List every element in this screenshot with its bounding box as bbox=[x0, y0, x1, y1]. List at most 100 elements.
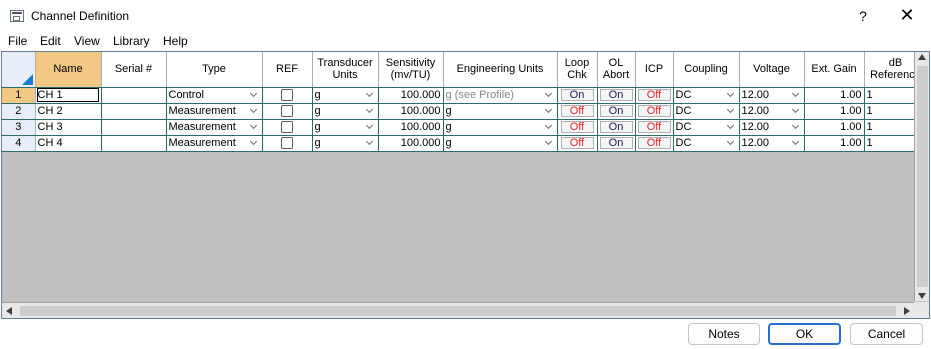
cell-type[interactable]: Measurement bbox=[166, 119, 263, 136]
cancel-button[interactable]: Cancel bbox=[850, 323, 923, 345]
col-header-ref[interactable]: REF bbox=[262, 52, 313, 88]
col-header-ol-abort[interactable]: OL Abort bbox=[597, 52, 636, 88]
row-number[interactable]: 2 bbox=[2, 103, 36, 120]
ref-checkbox[interactable] bbox=[281, 121, 293, 134]
chevron-down-icon[interactable] bbox=[249, 107, 259, 117]
cell-ref[interactable] bbox=[262, 135, 313, 152]
scroll-up-icon[interactable] bbox=[918, 54, 926, 60]
cell-ol-abort[interactable]: On bbox=[597, 119, 636, 136]
cell-ol-abort-toggle[interactable]: On bbox=[599, 89, 633, 102]
cell-name[interactable]: CH 3 bbox=[35, 119, 102, 136]
cell-icp[interactable]: Off bbox=[635, 119, 674, 136]
col-header-loop-chk[interactable]: Loop Chk bbox=[557, 52, 598, 88]
cell-icp[interactable]: Off bbox=[635, 87, 674, 104]
cell-transducer-units[interactable]: g bbox=[312, 119, 379, 136]
cell-ext-gain[interactable]: 1.00 bbox=[804, 87, 865, 104]
vertical-scroll-thumb[interactable] bbox=[917, 66, 928, 287]
scroll-left-icon[interactable] bbox=[6, 307, 12, 315]
row-number[interactable]: 4 bbox=[2, 135, 36, 152]
col-header-ext-gain[interactable]: Ext. Gain bbox=[804, 52, 865, 88]
chevron-down-icon[interactable] bbox=[726, 107, 736, 117]
col-header-name[interactable]: Name bbox=[35, 52, 102, 88]
cell-coupling[interactable]: DC bbox=[673, 135, 740, 152]
cell-serial[interactable] bbox=[101, 103, 167, 120]
cell-loop-chk-toggle[interactable]: Off bbox=[560, 105, 594, 118]
cell-transducer-units[interactable]: g bbox=[312, 87, 379, 104]
col-header-transducer-units[interactable]: Transducer Units bbox=[312, 52, 379, 88]
chevron-down-icon[interactable] bbox=[249, 139, 259, 149]
cell-serial[interactable] bbox=[101, 135, 167, 152]
menu-library[interactable]: Library bbox=[113, 34, 150, 48]
table-row[interactable]: 2 CH 2 Measurement g 100.000 g Off On Off DC 12.00… bbox=[2, 103, 928, 120]
chevron-down-icon[interactable] bbox=[544, 123, 554, 133]
chevron-down-icon[interactable] bbox=[544, 139, 554, 149]
cell-icp-toggle[interactable]: Off bbox=[637, 137, 671, 150]
horizontal-scroll-thumb[interactable] bbox=[20, 306, 896, 316]
cell-loop-chk[interactable]: Off bbox=[557, 119, 598, 136]
cell-ol-abort[interactable]: On bbox=[597, 103, 636, 120]
chevron-down-icon[interactable] bbox=[249, 123, 259, 133]
chevron-down-icon[interactable] bbox=[791, 123, 801, 133]
chevron-down-icon[interactable] bbox=[726, 123, 736, 133]
cell-ol-abort[interactable]: On bbox=[597, 135, 636, 152]
cell-engineering-units[interactable]: g bbox=[443, 135, 558, 152]
table-row[interactable]: 4 CH 4 Measurement g 100.000 g Off On Off DC 12.00… bbox=[2, 135, 928, 152]
col-header-engineering-units[interactable]: Engineering Units bbox=[443, 52, 558, 88]
cell-icp[interactable]: Off bbox=[635, 103, 674, 120]
col-header-icp[interactable]: ICP bbox=[635, 52, 674, 88]
cell-engineering-units[interactable]: g bbox=[443, 119, 558, 136]
cell-type[interactable]: Control bbox=[166, 87, 263, 104]
chevron-down-icon[interactable] bbox=[726, 91, 736, 101]
menu-help[interactable]: Help bbox=[163, 34, 188, 48]
cell-icp-toggle[interactable]: Off bbox=[637, 105, 671, 118]
col-header-voltage[interactable]: Voltage bbox=[739, 52, 805, 88]
cell-transducer-units[interactable]: g bbox=[312, 135, 379, 152]
cell-loop-chk-toggle[interactable]: Off bbox=[560, 121, 594, 134]
cell-sensitivity[interactable]: 100.000 bbox=[378, 135, 444, 152]
menu-view[interactable]: View bbox=[74, 34, 100, 48]
cell-name[interactable]: CH 4 bbox=[35, 135, 102, 152]
cell-name[interactable]: CH 2 bbox=[35, 103, 102, 120]
cell-coupling[interactable]: DC bbox=[673, 87, 740, 104]
cell-ol-abort-toggle[interactable]: On bbox=[599, 121, 633, 134]
col-header-type[interactable]: Type bbox=[166, 52, 263, 88]
chevron-down-icon[interactable] bbox=[365, 123, 375, 133]
horizontal-scrollbar[interactable] bbox=[2, 302, 914, 318]
close-button[interactable]: ✕ bbox=[891, 0, 923, 32]
row-number[interactable]: 1 bbox=[2, 87, 36, 104]
chevron-down-icon[interactable] bbox=[791, 139, 801, 149]
cell-sensitivity[interactable]: 100.000 bbox=[378, 119, 444, 136]
scroll-down-icon[interactable] bbox=[918, 293, 926, 299]
table-row[interactable]: 3 CH 3 Measurement g 100.000 g Off On Off DC 12.00… bbox=[2, 119, 928, 136]
col-header-coupling[interactable]: Coupling bbox=[673, 52, 740, 88]
chevron-down-icon[interactable] bbox=[365, 107, 375, 117]
cell-ref[interactable] bbox=[262, 103, 313, 120]
chevron-down-icon[interactable] bbox=[365, 139, 375, 149]
col-header-serial[interactable]: Serial # bbox=[101, 52, 167, 88]
cell-icp[interactable]: Off bbox=[635, 135, 674, 152]
cell-ext-gain[interactable]: 1.00 bbox=[804, 103, 865, 120]
cell-type[interactable]: Measurement bbox=[166, 135, 263, 152]
row-number[interactable]: 3 bbox=[2, 119, 36, 136]
select-all-corner[interactable] bbox=[2, 52, 36, 88]
cell-voltage[interactable]: 12.00 bbox=[739, 119, 805, 136]
cell-coupling[interactable]: DC bbox=[673, 119, 740, 136]
cell-ol-abort-toggle[interactable]: On bbox=[599, 137, 633, 150]
cell-voltage[interactable]: 12.00 bbox=[739, 87, 805, 104]
chevron-down-icon[interactable] bbox=[726, 139, 736, 149]
cell-loop-chk[interactable]: On bbox=[557, 87, 598, 104]
notes-button[interactable]: Notes bbox=[688, 323, 760, 345]
cell-engineering-units[interactable]: g (see Profile) bbox=[443, 87, 558, 104]
cell-transducer-units[interactable]: g bbox=[312, 103, 379, 120]
cell-icp-toggle[interactable]: Off bbox=[637, 89, 671, 102]
cell-voltage[interactable]: 12.00 bbox=[739, 103, 805, 120]
chevron-down-icon[interactable] bbox=[249, 91, 259, 101]
ref-checkbox[interactable] bbox=[281, 89, 293, 102]
cell-type[interactable]: Measurement bbox=[166, 103, 263, 120]
cell-ext-gain[interactable]: 1.00 bbox=[804, 135, 865, 152]
cell-coupling[interactable]: DC bbox=[673, 103, 740, 120]
ref-checkbox[interactable] bbox=[281, 137, 293, 150]
cell-icp-toggle[interactable]: Off bbox=[637, 121, 671, 134]
cell-loop-chk[interactable]: Off bbox=[557, 103, 598, 120]
cell-name[interactable]: CH 1 bbox=[35, 87, 102, 104]
